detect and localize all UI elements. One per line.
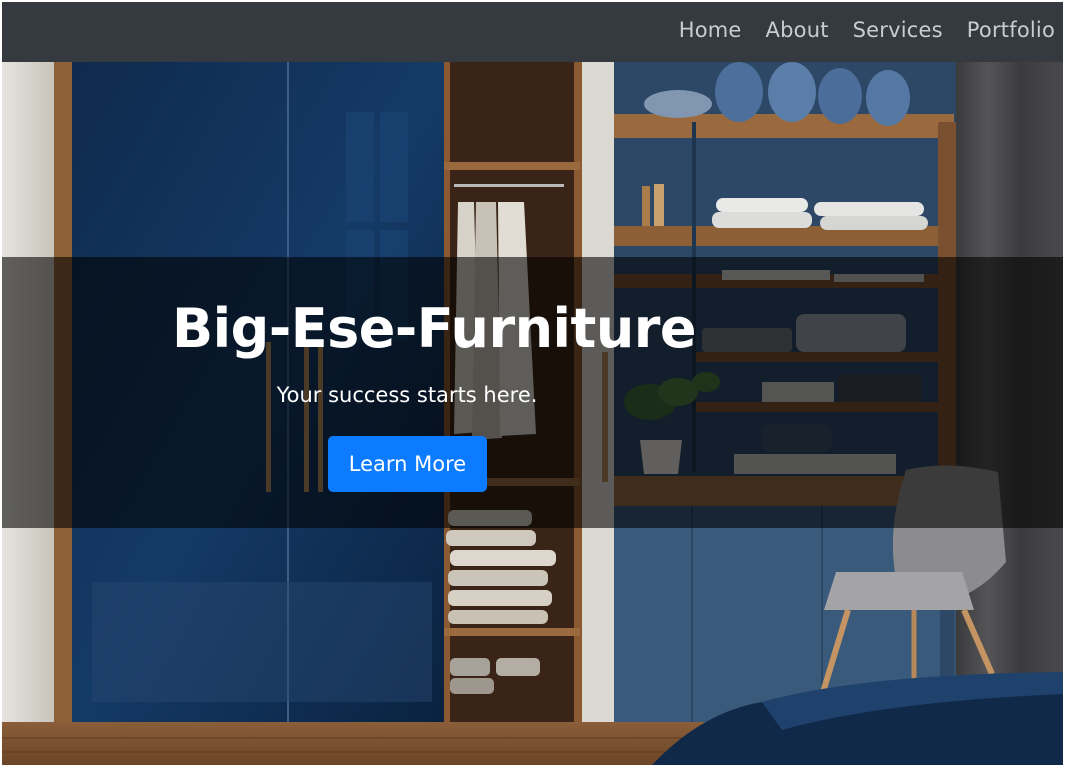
top-navbar: Home About Services Portfolio <box>2 2 1063 62</box>
nav-link-services[interactable]: Services <box>853 18 943 42</box>
page-frame: Home About Services Portfolio Big-Ese-Fu… <box>2 2 1063 765</box>
hero-title: Big-Ese-Furniture <box>172 297 697 360</box>
nav-link-home[interactable]: Home <box>679 18 742 42</box>
learn-more-button[interactable]: Learn More <box>328 436 487 492</box>
nav-link-portfolio[interactable]: Portfolio <box>967 18 1055 42</box>
nav-link-about[interactable]: About <box>766 18 829 42</box>
hero-subtitle: Your success starts here. <box>276 383 538 407</box>
